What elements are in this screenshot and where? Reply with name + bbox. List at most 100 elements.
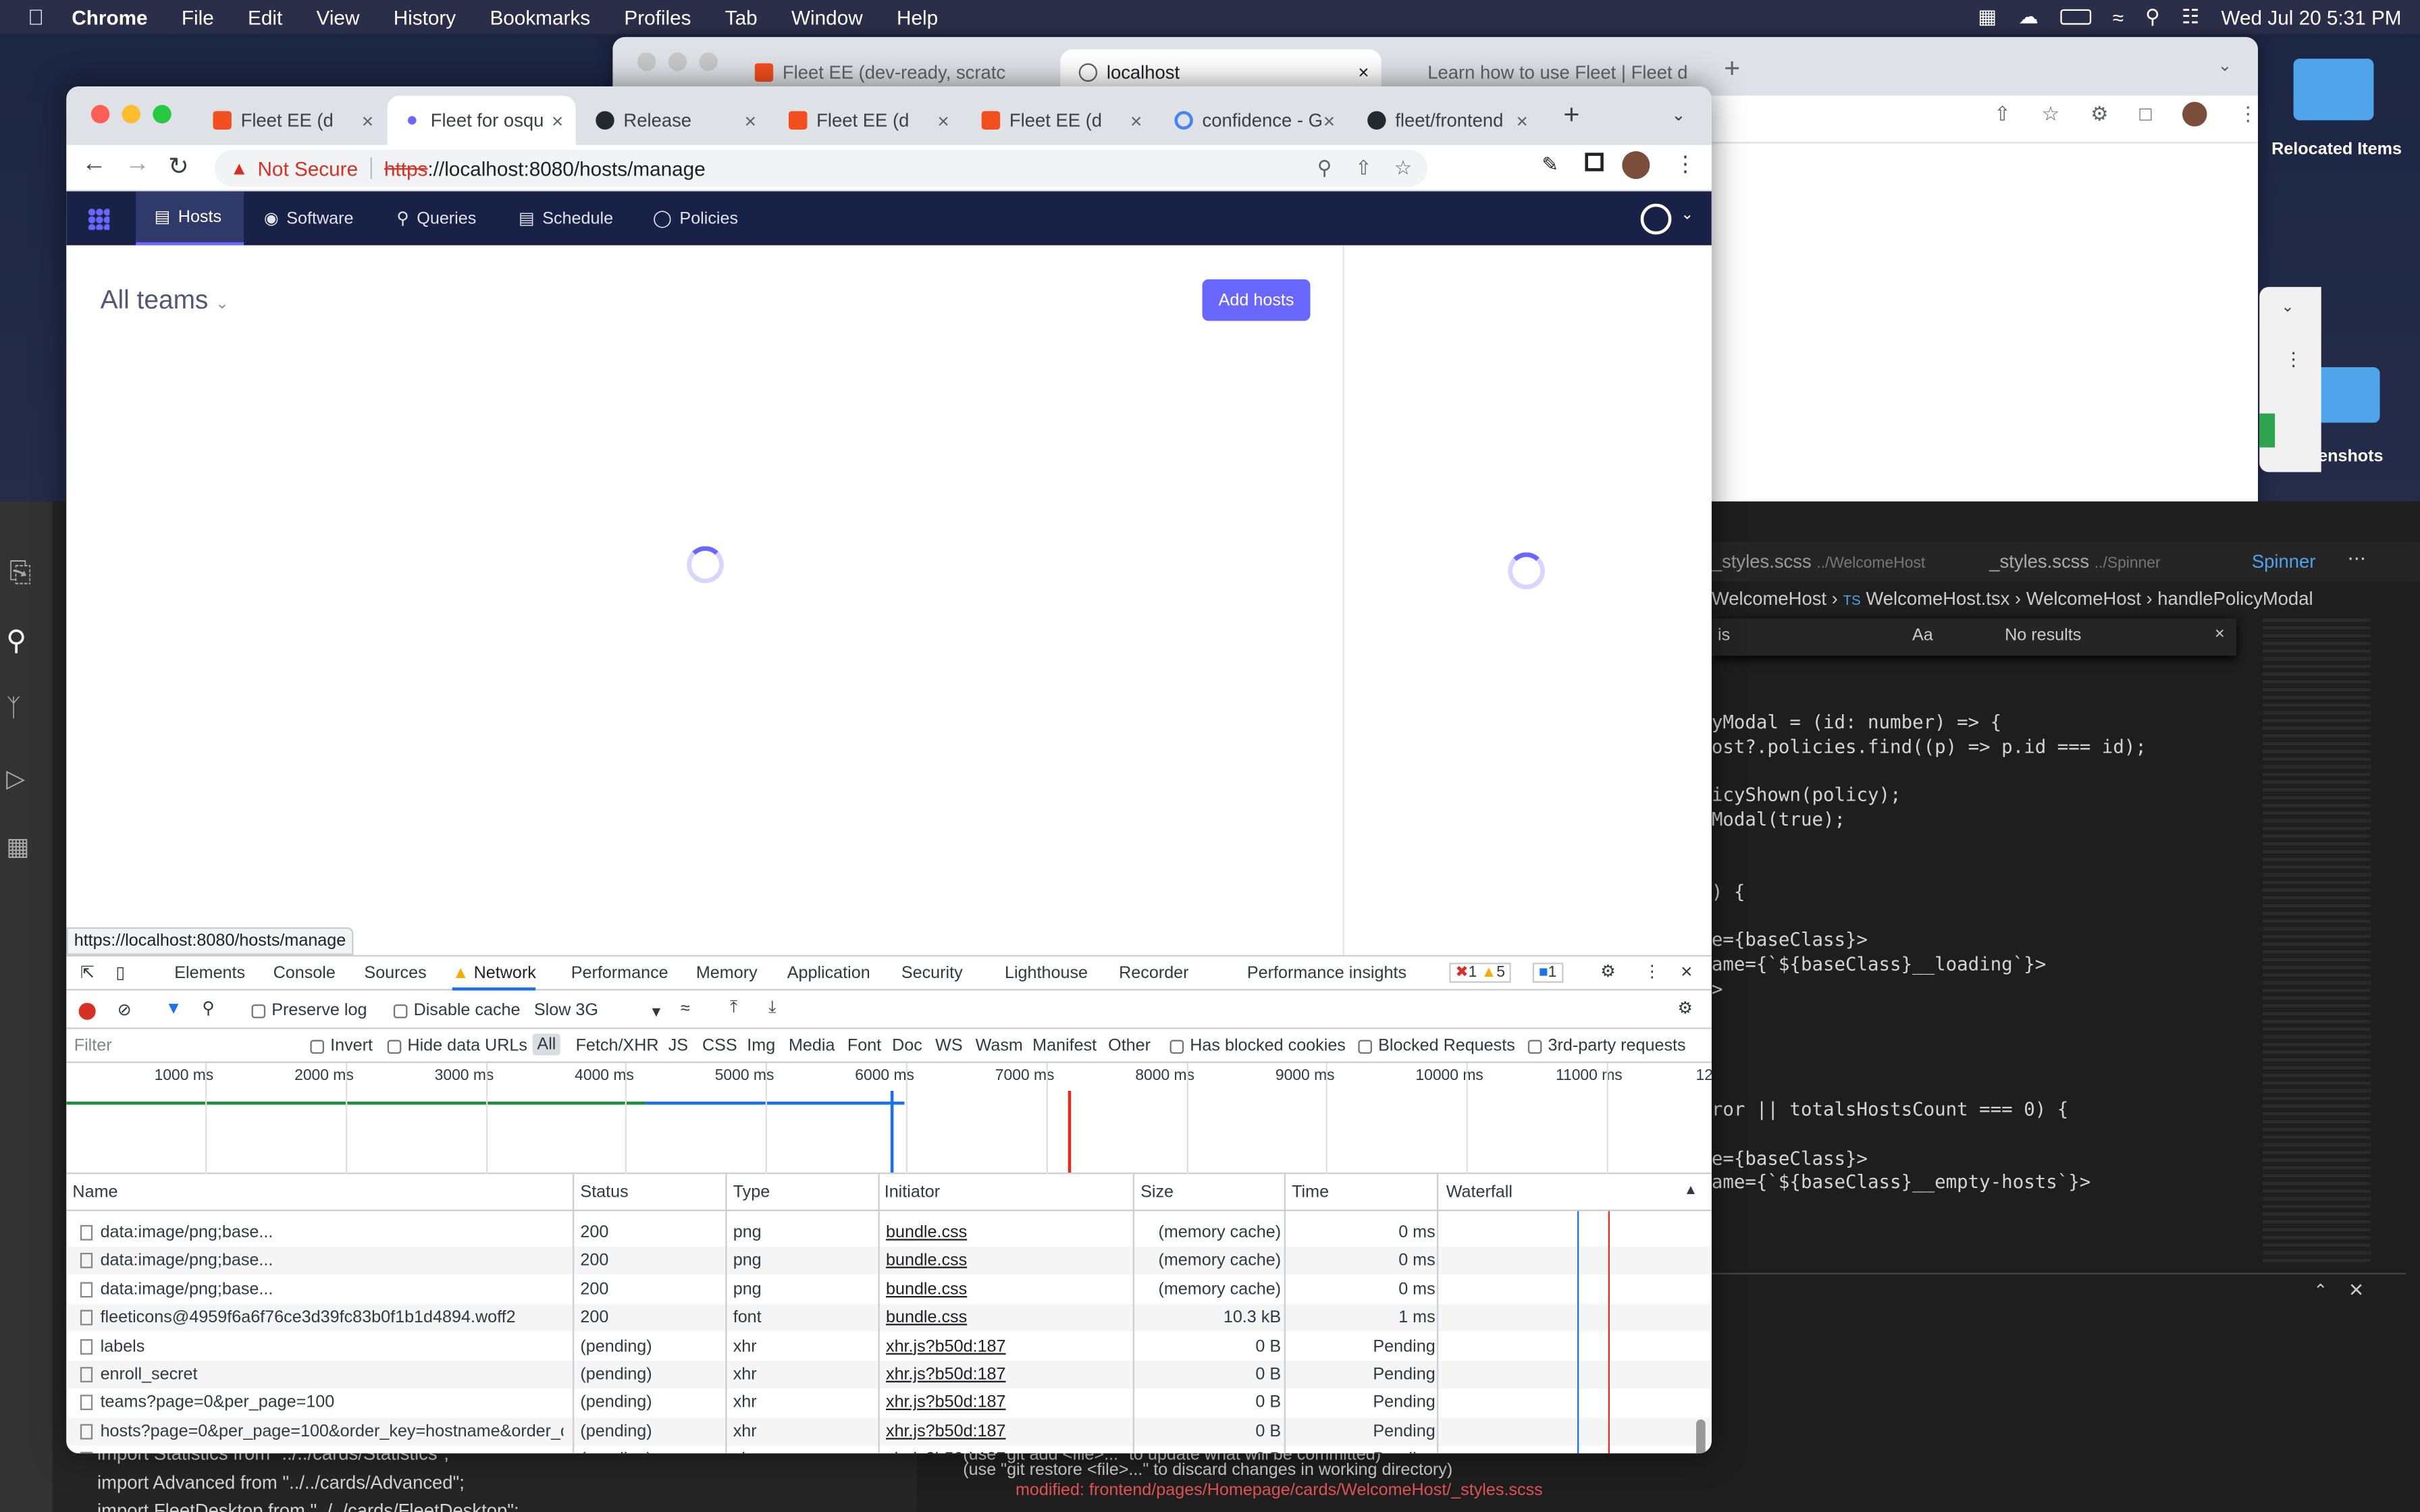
- close-icon[interactable]: ×: [2215, 625, 2225, 643]
- zoom-dot-icon[interactable]: [153, 105, 172, 124]
- code-area[interactable]: yModal = (id: number) => {ost?.policies.…: [1712, 711, 2259, 1267]
- forward-icon[interactable]: →: [125, 151, 150, 179]
- upload-icon[interactable]: ⤒: [730, 998, 737, 1019]
- chevron-down-icon[interactable]: ⌄: [2281, 299, 2294, 316]
- table-row[interactable]: enroll_secret (pending) xhr xhr.js?b50d:187…: [66, 1360, 1712, 1389]
- menu-file[interactable]: File: [182, 5, 214, 28]
- more-icon[interactable]: ⋮: [2284, 349, 2303, 371]
- messages-badge[interactable]: ■1: [1532, 963, 1563, 983]
- fleet-logo-icon[interactable]: [88, 208, 110, 230]
- tab-fleet-frontend[interactable]: fleet/frontend ×: [1352, 96, 1540, 145]
- filter-css[interactable]: CSS: [702, 1037, 737, 1055]
- table-row[interactable]: data:image/png;base... 200 png bundle.css (m…: [66, 1219, 1712, 1247]
- tab-fleet-ee[interactable]: Fleet EE (d ×: [773, 96, 962, 145]
- zoom-icon[interactable]: ⚲: [1317, 156, 1332, 181]
- disable-cache-checkbox[interactable]: Disable cache: [393, 1001, 520, 1020]
- filter-fetch-xhr[interactable]: Fetch/XHR: [576, 1037, 659, 1055]
- table-row[interactable]: data:image/png;base... 200 png bundle.css (m…: [66, 1247, 1712, 1275]
- filter-input[interactable]: Filter: [74, 1037, 290, 1055]
- clear-icon[interactable]: ⊘: [117, 1000, 132, 1019]
- close-icon[interactable]: ×: [1323, 109, 1335, 132]
- source-control-icon[interactable]: ᛉ: [6, 696, 21, 724]
- menu-edit[interactable]: Edit: [248, 5, 282, 28]
- tab-release[interactable]: Release ×: [580, 96, 768, 145]
- filter-doc[interactable]: Doc: [892, 1037, 922, 1055]
- close-dot-icon[interactable]: [90, 105, 110, 124]
- breadcrumb-item[interactable]: WelcomeHost: [1712, 588, 1826, 610]
- nav-schedule[interactable]: ▤ Schedule: [519, 191, 613, 245]
- filter-icon[interactable]: ▼: [165, 1000, 182, 1018]
- col-type[interactable]: Type: [733, 1183, 770, 1202]
- team-selector[interactable]: All teams ⌄: [101, 286, 229, 317]
- table-row[interactable]: count(pending)xhrxhr.js?b50d:1870 BPendi…: [66, 1446, 1712, 1454]
- close-icon[interactable]: ×: [1130, 109, 1142, 132]
- col-waterfall[interactable]: Waterfall: [1446, 1183, 1512, 1202]
- nav-software[interactable]: ◉ Software: [264, 191, 354, 245]
- filter-all[interactable]: All: [532, 1033, 561, 1056]
- table-scrollbar[interactable]: [1695, 1419, 1706, 1454]
- more-icon[interactable]: ⋮: [2238, 102, 2258, 127]
- preserve-log-checkbox[interactable]: Preserve log: [251, 1001, 367, 1020]
- close-icon[interactable]: ×: [2349, 1278, 2363, 1305]
- apple-icon[interactable]: : [28, 5, 44, 30]
- user-avatar-icon[interactable]: [1640, 203, 1672, 235]
- tab-console[interactable]: Console: [273, 965, 336, 983]
- folder-icon[interactable]: [2293, 58, 2374, 121]
- close-icon[interactable]: ×: [552, 109, 563, 132]
- table-row[interactable]: teams?page=0&per_page=100 (pending) xhr xhr…: [66, 1389, 1712, 1417]
- col-name[interactable]: Name: [72, 1183, 117, 1202]
- filter-manifest[interactable]: Manifest: [1032, 1037, 1097, 1055]
- menu-help[interactable]: Help: [897, 5, 938, 28]
- tab-styles-spinner[interactable]: _styles.scss ../Spinner: [1989, 551, 2160, 572]
- menu-app-name[interactable]: Chrome: [72, 5, 147, 28]
- network-conditions-icon[interactable]: ≈: [681, 1000, 690, 1018]
- menu-window[interactable]: Window: [791, 5, 863, 28]
- new-tab-icon[interactable]: +: [1724, 53, 1740, 85]
- table-row[interactable]: labels (pending) xhr xhr.js?b50d:187 0 B Pend…: [66, 1332, 1712, 1360]
- avatar[interactable]: [1622, 151, 1650, 180]
- filter-media[interactable]: Media: [789, 1037, 835, 1055]
- zoom-dot-icon[interactable]: [699, 52, 718, 72]
- breadcrumb-item[interactable]: WelcomeHost: [2026, 588, 2141, 610]
- folder-label[interactable]: Relocated Items: [2257, 140, 2417, 159]
- find-input[interactable]: is: [1718, 626, 1730, 645]
- chevron-up-icon[interactable]: ⌃: [2313, 1280, 2327, 1300]
- nav-queries[interactable]: ⚲ Queries: [396, 191, 476, 245]
- hide-data-urls-checkbox[interactable]: Hide data URLs: [387, 1037, 527, 1055]
- settings-icon[interactable]: ⚙: [1678, 998, 1693, 1018]
- network-overview[interactable]: 1000 ms 2000 ms 3000 ms 4000 ms 5000 ms 6000 …: [66, 1062, 1712, 1174]
- tab-lighthouse[interactable]: Lighthouse: [1005, 965, 1088, 983]
- close-icon[interactable]: ×: [1358, 61, 1369, 83]
- close-icon[interactable]: ×: [362, 109, 373, 132]
- filter-other[interactable]: Other: [1108, 1037, 1151, 1055]
- close-icon[interactable]: ×: [1516, 109, 1527, 132]
- filter-ws[interactable]: WS: [935, 1037, 963, 1055]
- tab-application[interactable]: Application: [787, 965, 870, 983]
- menu-history[interactable]: History: [394, 5, 456, 28]
- chevron-down-icon[interactable]: ⌄: [2218, 55, 2232, 76]
- omnibox[interactable]: ▲ Not Secure https://localhost:8080/host…: [214, 149, 1428, 187]
- extensions-icon[interactable]: ⚙: [2090, 102, 2109, 127]
- menu-profiles[interactable]: Profiles: [624, 5, 691, 28]
- avatar[interactable]: [2182, 101, 2207, 127]
- add-hosts-button[interactable]: Add hosts: [1202, 279, 1311, 321]
- error-badge[interactable]: ✖1 ▲5: [1449, 963, 1512, 983]
- battery-icon[interactable]: [2060, 9, 2091, 25]
- extensions-icon[interactable]: ▦: [6, 832, 30, 863]
- more-icon[interactable]: ⋮: [1643, 961, 1660, 981]
- tab-security[interactable]: Security: [901, 965, 963, 983]
- chevron-down-icon[interactable]: ⌄: [1681, 207, 1693, 223]
- tab-styles-welcomehost[interactable]: _styles.scss ../WelcomeHost: [1712, 551, 1925, 572]
- download-icon[interactable]: ⤓: [768, 998, 776, 1019]
- col-time[interactable]: Time: [1292, 1183, 1329, 1202]
- col-initiator[interactable]: Initiator: [885, 1183, 940, 1202]
- run-debug-icon[interactable]: ▷: [6, 763, 25, 794]
- grid-icon[interactable]: ▦: [1978, 5, 1997, 30]
- throttle-select[interactable]: Slow 3G ▾: [534, 1001, 660, 1021]
- col-status[interactable]: Status: [580, 1183, 628, 1202]
- more-icon[interactable]: ⋮: [1675, 151, 1696, 178]
- share-icon[interactable]: ⇧: [1994, 102, 2011, 127]
- tab-recorder[interactable]: Recorder: [1119, 965, 1188, 983]
- star-icon[interactable]: ☆: [1394, 156, 1413, 181]
- new-tab-icon[interactable]: +: [1563, 99, 1579, 131]
